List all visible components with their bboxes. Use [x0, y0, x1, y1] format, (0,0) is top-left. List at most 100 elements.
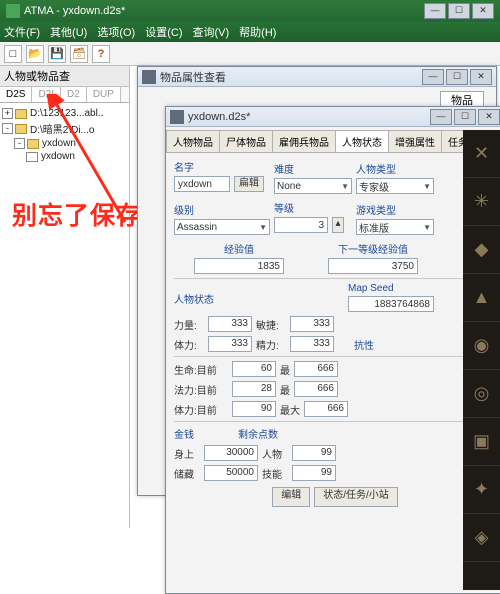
- remain-label: 剩余点数: [238, 426, 278, 441]
- menu-help[interactable]: 帮助(H): [239, 24, 276, 40]
- str-field[interactable]: 333: [208, 316, 252, 332]
- game-type-select[interactable]: 标准版▼: [356, 219, 434, 235]
- stash-field[interactable]: 50000: [204, 465, 258, 481]
- side-tab-d2s[interactable]: D2S: [0, 87, 32, 102]
- minimize-button[interactable]: —: [422, 69, 444, 85]
- tree-row[interactable]: yxdown: [26, 150, 127, 163]
- stamina-cur-field[interactable]: 90: [232, 401, 276, 417]
- resist-label: 抗性: [354, 337, 374, 352]
- tab-merc-items[interactable]: 雇佣兵物品: [272, 130, 336, 152]
- level-spinner[interactable]: ▴: [332, 217, 344, 233]
- character-titlebar[interactable]: yxdown.d2s* — ☐ ✕: [166, 107, 500, 127]
- side-tab-dup[interactable]: DUP: [87, 87, 121, 102]
- skill-pt-field[interactable]: 99: [292, 465, 336, 481]
- chevron-down-icon: ▼: [341, 182, 349, 191]
- collapse-icon[interactable]: -: [14, 138, 25, 149]
- skill-icon[interactable]: ✕: [463, 130, 500, 178]
- stamina-max-field[interactable]: 666: [304, 401, 348, 417]
- close-button[interactable]: ✕: [478, 109, 500, 125]
- close-button[interactable]: ✕: [470, 69, 492, 85]
- edit-button[interactable]: 编辑: [272, 487, 310, 507]
- eng-field[interactable]: 333: [290, 336, 334, 352]
- skill-icon[interactable]: ◈: [463, 514, 500, 562]
- max2-label: 最大: [280, 402, 300, 417]
- name-field[interactable]: yxdown: [174, 176, 230, 192]
- skill-icon[interactable]: ◎: [463, 370, 500, 418]
- minimize-button[interactable]: —: [430, 109, 452, 125]
- vit-label: 体力:: [174, 337, 204, 352]
- char-pt-label: 人物: [262, 446, 288, 461]
- workspace: 人物或物品查 D2S D2I D2 DUP +D:\123123...abl..…: [0, 66, 500, 528]
- difficulty-select[interactable]: None▼: [274, 178, 352, 194]
- skill-icon[interactable]: ▣: [463, 418, 500, 466]
- onbody-label: 身上: [174, 446, 200, 461]
- onbody-field[interactable]: 30000: [204, 445, 258, 461]
- menu-option[interactable]: 选项(O): [97, 24, 135, 40]
- life-cur-field[interactable]: 60: [232, 361, 276, 377]
- new-icon[interactable]: □: [4, 45, 22, 63]
- tab-char-status[interactable]: 人物状态: [335, 130, 389, 152]
- dex-field[interactable]: 333: [290, 316, 334, 332]
- skill-icon[interactable]: ▲: [463, 274, 500, 322]
- item-attr-titlebar[interactable]: 物品属性查看 — ☐ ✕: [138, 67, 496, 87]
- gold-label: 金钱: [174, 426, 234, 441]
- level-field[interactable]: 3: [274, 217, 328, 233]
- close-button[interactable]: ✕: [472, 3, 494, 19]
- map-seed-field[interactable]: 1883764868: [348, 296, 434, 312]
- chevron-down-icon: ▼: [423, 182, 431, 191]
- skill-icon[interactable]: ✦: [463, 466, 500, 514]
- class-label: 级别: [174, 202, 270, 217]
- chevron-down-icon: ▼: [259, 223, 267, 232]
- skill-icon[interactable]: ◉: [463, 322, 500, 370]
- max-label: 最: [280, 382, 290, 397]
- maximize-button[interactable]: ☐: [448, 3, 470, 19]
- char-type-select[interactable]: 专家级▼: [356, 178, 434, 194]
- window-icon: [170, 110, 184, 124]
- life-max-field[interactable]: 666: [294, 361, 338, 377]
- folder-icon: [15, 124, 27, 134]
- side-panel: 人物或物品查 D2S D2I D2 DUP +D:\123123...abl..…: [0, 66, 130, 528]
- tab-enhance[interactable]: 增强属性: [388, 130, 442, 152]
- mana-cur-field[interactable]: 28: [232, 381, 276, 397]
- expand-icon[interactable]: +: [2, 108, 13, 119]
- menu-file[interactable]: 文件(F): [4, 24, 40, 40]
- open-icon[interactable]: 📂: [26, 45, 44, 63]
- minimize-button[interactable]: —: [424, 3, 446, 19]
- save-all-icon[interactable]: 🗃: [70, 45, 88, 63]
- maximize-button[interactable]: ☐: [454, 109, 476, 125]
- save-icon[interactable]: 💾: [48, 45, 66, 63]
- main-title: ATMA - yxdown.d2s*: [24, 5, 125, 17]
- chevron-down-icon: ▼: [423, 223, 431, 232]
- maximize-button[interactable]: ☐: [446, 69, 468, 85]
- tab-corpse-items[interactable]: 尸体物品: [219, 130, 273, 152]
- name-edit-button[interactable]: 扁辑: [234, 176, 264, 192]
- side-tabs: D2S D2I D2 DUP: [0, 87, 129, 103]
- side-tab-d2i[interactable]: D2I: [32, 87, 61, 102]
- skill-icon[interactable]: ◆: [463, 226, 500, 274]
- menu-other[interactable]: 其他(U): [50, 24, 87, 40]
- tree-row[interactable]: +D:\123123...abl..: [2, 107, 127, 120]
- char-pt-field[interactable]: 99: [292, 445, 336, 461]
- tree-row[interactable]: -yxdown: [14, 137, 127, 150]
- mana-max-field[interactable]: 666: [294, 381, 338, 397]
- class-select[interactable]: Assassin▼: [174, 219, 270, 235]
- folder-icon: [15, 109, 27, 119]
- skill-icon[interactable]: ✳: [463, 178, 500, 226]
- annotation-text: 别忘了保存: [12, 196, 142, 232]
- collapse-icon[interactable]: -: [2, 123, 13, 134]
- side-title: 人物或物品查: [0, 66, 129, 87]
- help-icon[interactable]: ?: [92, 45, 110, 63]
- menu-query[interactable]: 查询(V): [193, 24, 230, 40]
- status-quest-button[interactable]: 状态/任务/小站: [314, 487, 398, 507]
- folder-icon: [27, 139, 39, 149]
- exp-field[interactable]: 1835: [194, 258, 284, 274]
- level-label: 等级: [274, 200, 352, 215]
- vit-field[interactable]: 333: [208, 336, 252, 352]
- file-tree: +D:\123123...abl.. -D:\暗黑2\Di...o -yxdow…: [0, 103, 129, 529]
- menu-settings[interactable]: 设置(C): [145, 24, 182, 40]
- side-tab-d2[interactable]: D2: [61, 87, 87, 102]
- character-tabs: 人物物品 尸体物品 雇佣兵物品 人物状态 增强属性 任务和传送: [166, 130, 500, 153]
- tab-char-items[interactable]: 人物物品: [166, 130, 220, 152]
- tree-row[interactable]: -D:\暗黑2\Di...o: [2, 120, 127, 137]
- character-window: yxdown.d2s* — ☐ ✕ 人物物品 尸体物品 雇佣兵物品 人物状态 增…: [165, 106, 500, 594]
